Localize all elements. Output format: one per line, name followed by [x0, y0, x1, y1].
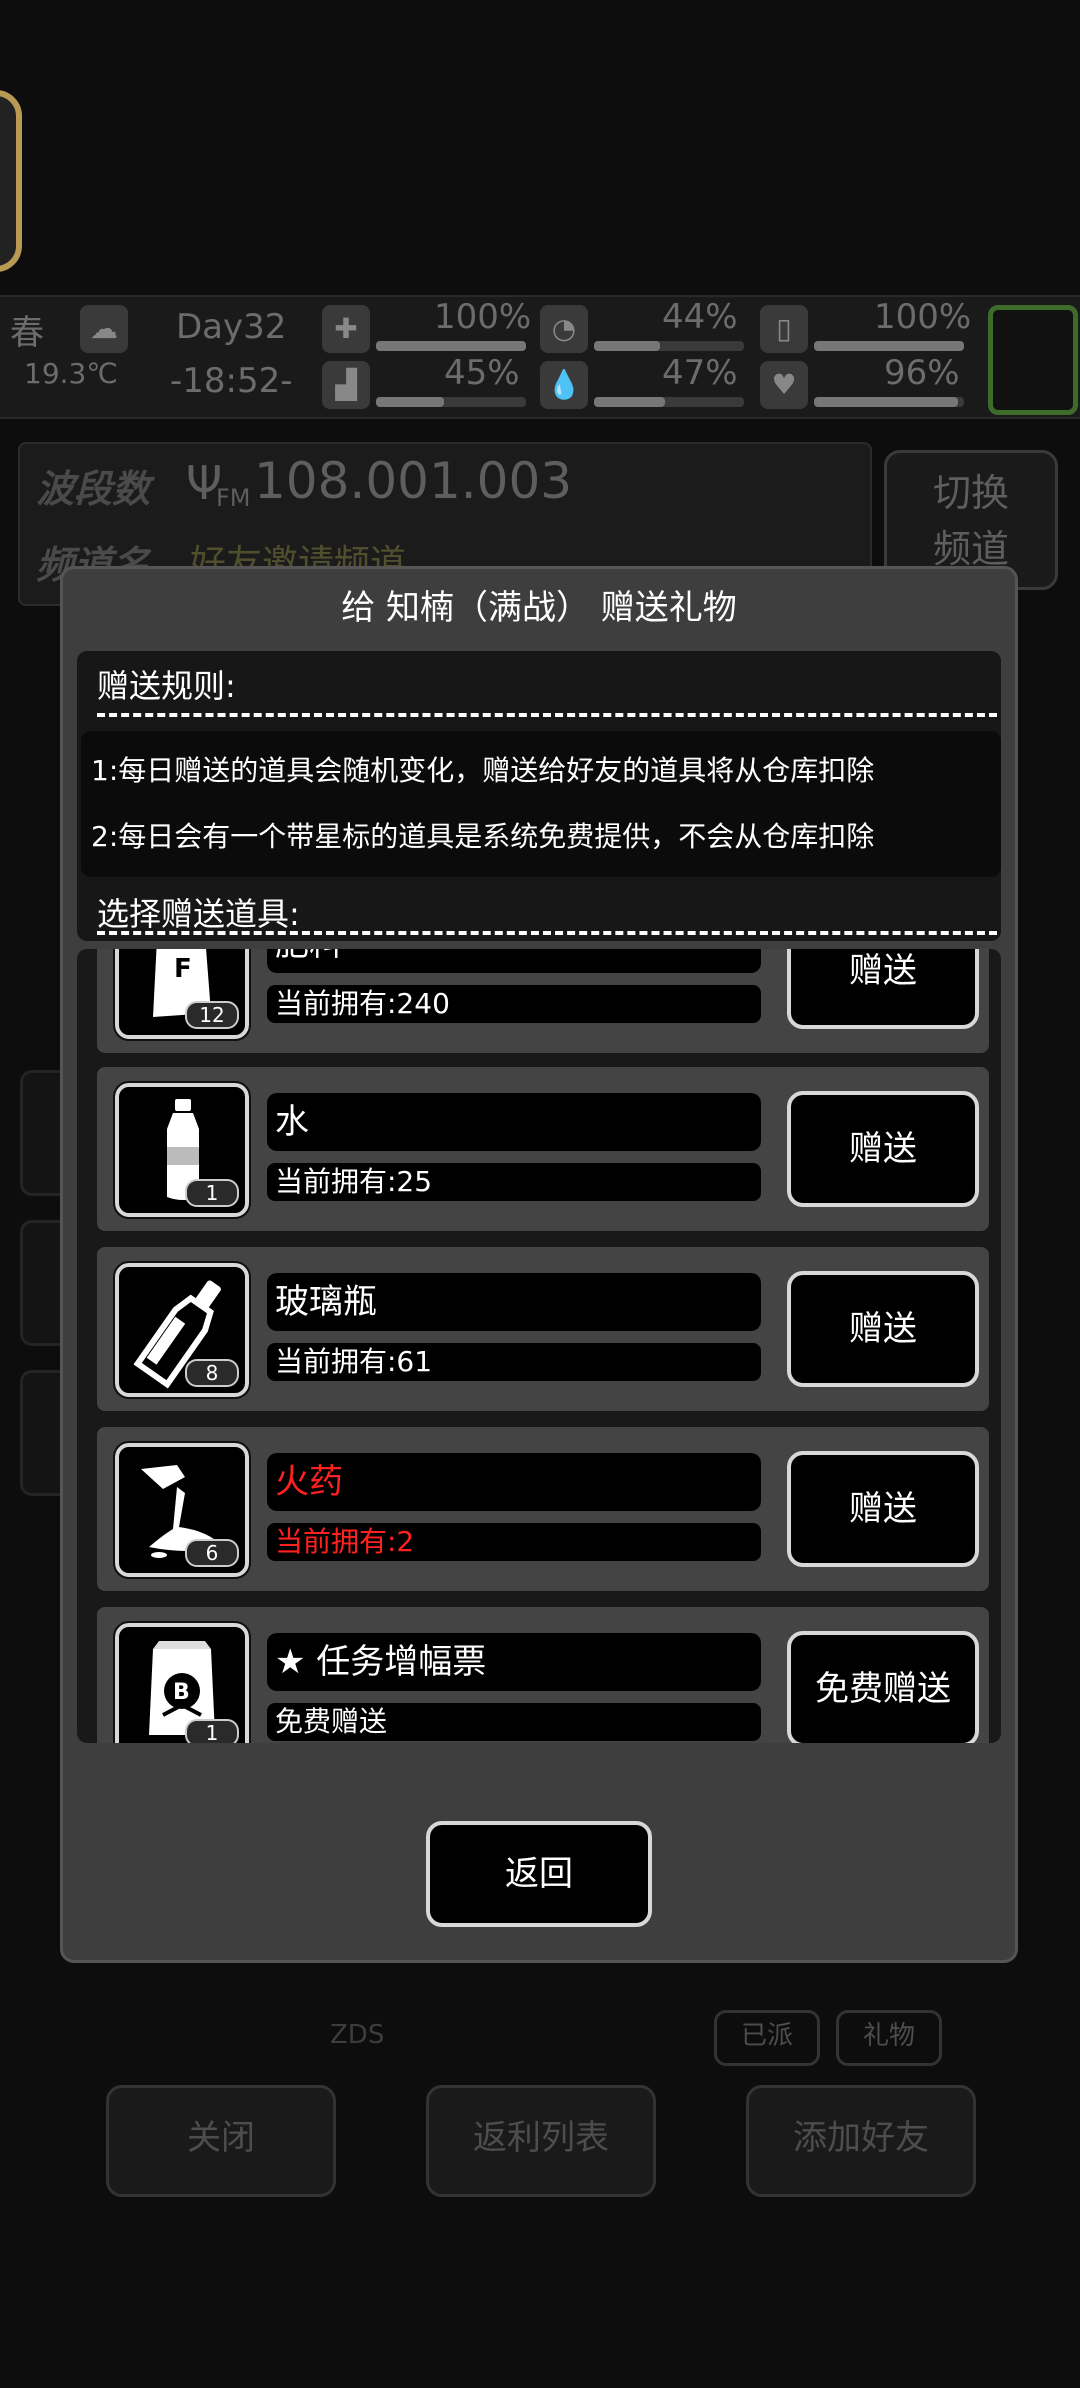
- item-owned: 当前拥有:61: [267, 1343, 761, 1381]
- rules-list: 1:每日赠送的道具会随机变化，赠送给好友的道具将从仓库扣除 2:每日会有一个带星…: [81, 731, 1001, 877]
- gift-button[interactable]: 赠送: [787, 949, 979, 1029]
- rule-line-1: 1:每日赠送的道具会随机变化，赠送给好友的道具将从仓库扣除: [91, 754, 875, 787]
- day-label: Day32: [176, 307, 287, 347]
- add-friend-button[interactable]: 添加好友: [746, 2085, 976, 2197]
- gift-button[interactable]: 赠送: [787, 1271, 979, 1387]
- item-name-row: ★ 任务增幅票: [267, 1633, 761, 1691]
- radio-frequency: 108.001.003: [254, 452, 573, 510]
- avatar-frame: [0, 90, 22, 272]
- item-count: 1: [185, 1179, 239, 1207]
- item-count: 1: [185, 1719, 239, 1743]
- hunger-bar: [594, 341, 744, 351]
- food-icon: ◔: [540, 305, 588, 353]
- select-title: 选择赠送道具:: [97, 895, 300, 933]
- list-item: F 12 肥料 当前拥有:240 赠送: [97, 949, 989, 1053]
- health-bar: [376, 341, 526, 351]
- battery-bar: [814, 341, 964, 351]
- gift-button[interactable]: 赠送: [787, 1451, 979, 1567]
- back-button[interactable]: 返回: [426, 1821, 652, 1927]
- chat-input-area[interactable]: ZDS: [290, 2010, 1060, 2070]
- water-drop-icon: 💧: [540, 361, 588, 409]
- list-item: 8 玻璃瓶 当前拥有:61 赠送: [97, 1247, 989, 1411]
- thirst-percent: 47%: [662, 353, 738, 393]
- thirst-bar: [594, 397, 744, 407]
- ticket-bag-icon: B 1: [113, 1621, 251, 1743]
- boot-icon: ▟: [322, 361, 370, 409]
- mood-bar: [814, 397, 964, 407]
- item-owned: 当前拥有:240: [267, 985, 761, 1023]
- svg-text:B: B: [173, 1680, 190, 1705]
- svg-text:F: F: [174, 954, 192, 984]
- gunpowder-icon: 6: [113, 1441, 251, 1579]
- item-count: 6: [185, 1539, 239, 1567]
- item-count: 8: [185, 1359, 239, 1387]
- divider: [97, 931, 997, 935]
- list-item: B 1 ★ 任务增幅票 免费赠送 免费赠送: [97, 1607, 989, 1743]
- gift-chip[interactable]: 礼物: [836, 2010, 942, 2066]
- item-owned: 当前拥有:25: [267, 1163, 761, 1201]
- gift-button[interactable]: 赠送: [787, 1091, 979, 1207]
- sent-chip[interactable]: 已派: [714, 2010, 820, 2066]
- fm-label: FM: [216, 484, 251, 512]
- list-item: 1 水 当前拥有:25 赠送: [97, 1067, 989, 1231]
- backpack-slot[interactable]: [988, 305, 1078, 415]
- close-button[interactable]: 关闭: [106, 2085, 336, 2197]
- chat-hint: ZDS: [330, 2020, 385, 2050]
- gift-dialog: 给 知楠（满战） 赠送礼物 赠送规则: 1:每日赠送的道具会随机变化，赠送给好友…: [60, 566, 1018, 1963]
- item-name: 任务增幅票: [316, 1642, 487, 1682]
- stamina-percent: 45%: [444, 353, 520, 393]
- item-name: 玻璃瓶: [267, 1273, 761, 1331]
- medkit-icon: ✚: [322, 305, 370, 353]
- temperature-label: 19.3℃: [24, 357, 118, 390]
- stamina-bar: [376, 397, 526, 407]
- heart-icon: ♥: [760, 361, 808, 409]
- hunger-percent: 44%: [662, 297, 738, 337]
- item-name: 肥料: [267, 949, 761, 973]
- divider: [97, 713, 997, 717]
- dialog-title: 给 知楠（满战） 赠送礼物: [341, 588, 737, 628]
- item-list[interactable]: F 12 肥料 当前拥有:240 赠送 1 水 当前拥有:25 赠送: [77, 949, 1001, 1743]
- time-label: -18:52-: [170, 361, 293, 401]
- list-item: 6 火药 当前拥有:2 赠送: [97, 1427, 989, 1591]
- weather-cloud-icon: ☁: [80, 305, 128, 353]
- water-bottle-icon: 1: [113, 1081, 251, 1219]
- health-percent: 100%: [434, 297, 532, 337]
- glass-bottle-icon: 8: [113, 1261, 251, 1399]
- item-count: 12: [185, 1001, 239, 1029]
- rule-line-2: 2:每日会有一个带星标的道具是系统免费提供，不会从仓库扣除: [91, 820, 875, 853]
- item-name: 火药: [267, 1453, 761, 1511]
- rules-title: 赠送规则:: [97, 667, 236, 705]
- band-label: 波段数: [36, 467, 151, 511]
- rules-section: 赠送规则: 1:每日赠送的道具会随机变化，赠送给好友的道具将从仓库扣除 2:每日…: [77, 651, 1001, 941]
- fertilizer-bag-icon: F 12: [113, 949, 251, 1041]
- free-gift-button[interactable]: 免费赠送: [787, 1631, 979, 1743]
- season-label: 春: [10, 313, 44, 353]
- star-icon: ★: [275, 1642, 306, 1682]
- item-owned: 当前拥有:2: [267, 1523, 761, 1561]
- rebate-list-button[interactable]: 返利列表: [426, 2085, 656, 2197]
- status-hud: 春 ☁ 19.3℃ Day32 -18:52- ✚ 100% ▟ 45% ◔ 4…: [0, 295, 1080, 419]
- battery-percent: 100%: [874, 297, 972, 337]
- item-owned: 免费赠送: [267, 1703, 761, 1741]
- battery-icon: ▯: [760, 305, 808, 353]
- mood-percent: 96%: [884, 353, 960, 393]
- item-name: 水: [267, 1093, 761, 1151]
